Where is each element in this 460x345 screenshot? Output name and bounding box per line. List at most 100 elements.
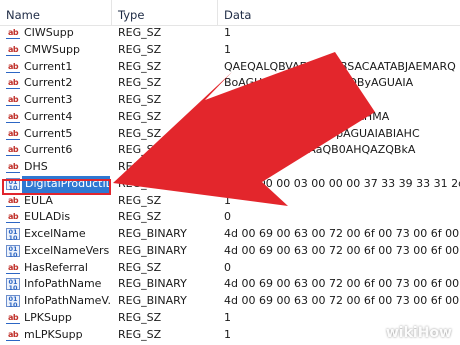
value-name: EULA [24, 193, 53, 207]
table-row[interactable]: 0110 ExcelNameVersi... REG_BINARY 4d 00 69 … [0, 243, 460, 260]
value-name: Current2 [24, 76, 73, 90]
string-value-icon: ab [6, 44, 20, 56]
data-cell: 0 [224, 210, 231, 224]
type-cell: REG_SZ [118, 93, 162, 106]
type-cell: REG_SZ [118, 76, 162, 90]
value-name: HasReferral [24, 260, 88, 274]
data-cell [224, 159, 460, 176]
table-row[interactable]: 01 10 ExcelName REG_BINARY 4d 00 69 00 63 00… [0, 226, 460, 243]
name-cell[interactable]: ab HasReferral [6, 260, 110, 277]
type-cell: REG_S [118, 160, 154, 173]
string-value-icon: ab [6, 28, 20, 39]
name-cell[interactable]: ab Current5 [6, 126, 110, 143]
column-header-name[interactable]: Name [0, 0, 112, 25]
column-header-bar: Name Type Data [0, 0, 460, 26]
name-cell[interactable]: ab Current2 [6, 75, 110, 92]
binary-value-icon: 01 10 [6, 278, 20, 292]
table-row[interactable]: ab Current4 REG_SZ byAGEAbgB0AHkAKQAgAHMA [0, 109, 460, 126]
table-row[interactable]: ab Current5 REG_SZ AGwAaQBtAGkAdADpAGUAIABI… [0, 126, 460, 143]
name-cell[interactable]: ab CIWSupp [6, 25, 110, 42]
string-value-icon: ab [6, 61, 20, 73]
string-value-icon: ab [6, 312, 20, 324]
string-value-icon: ab [6, 162, 20, 173]
type-cell: REG_SZ [118, 260, 162, 274]
data-cell: 4d 00 69 00 63 00 72 00 6f 00 73 00 6f 0… [224, 227, 460, 240]
type-cell: REG_BINARY [118, 227, 187, 240]
value-name: mLPKSupp [24, 327, 83, 341]
name-cell[interactable]: 0110 ExcelNameVersi... [6, 243, 110, 260]
type-cell: REG_BINARY [118, 277, 187, 291]
name-cell[interactable]: ab Current1 [6, 59, 110, 76]
data-cell: 1 [224, 193, 231, 207]
table-row[interactable]: ab Current1 REG_SZ QAEQALQBVAEMARQBSACAATAB… [0, 59, 460, 76]
type-cell: REG_SZ [118, 26, 162, 39]
name-cell[interactable]: 01 10 InfoPathNameV... [6, 293, 110, 310]
data-cell: 4d 00 69 00 63 00 72 00 6f 00 73 00 6f 0… [224, 294, 460, 307]
value-name: CMWSupp [24, 42, 80, 56]
binary-value-icon: 01 10 [6, 177, 20, 191]
value-name: EULADis [24, 210, 71, 224]
name-cell[interactable]: ab Current6 [6, 142, 110, 159]
table-row[interactable]: ab EULA REG_SZ 1 [0, 193, 460, 210]
type-cell: REG_SZ [118, 193, 162, 207]
name-cell[interactable]: 01 10 InfoPathName [6, 276, 110, 293]
value-name: LPKSupp [24, 310, 72, 324]
data-cell: 4d 00 69 00 63 00 72 00 6f 00 73 00 6f 0… [224, 277, 460, 291]
table-row[interactable]: ab HasReferral REG_SZ 0 [0, 260, 460, 277]
table-row[interactable]: ab CIWSupp REG_SZ 1 [0, 25, 460, 42]
data-cell: byAGEAbgB0AHkAKQAgAHMA [224, 109, 390, 123]
table-row[interactable]: ab LPKSupp REG_SZ 1 [0, 310, 460, 327]
name-cell[interactable]: ab EULA [6, 193, 110, 210]
value-name: DigitalProductID [22, 175, 110, 193]
name-cell[interactable]: ab Current4 [6, 109, 110, 126]
value-name: Current6 [24, 143, 73, 157]
name-cell[interactable]: ab DHS [6, 159, 110, 176]
data-cell: AHAAZQByAG0AaQB0AHQAZQBkA [224, 143, 416, 157]
data-cell: 1 [224, 42, 231, 56]
data-cell: BoAGUAIA ZgB0AHcAYQByAGUAIA [224, 76, 414, 90]
name-cell[interactable]: 01 10 DigitalProductID [6, 175, 110, 193]
type-cell: REG_SZ [118, 126, 162, 140]
string-value-icon: ab [6, 78, 20, 90]
type-cell: REG_SZ [118, 109, 162, 123]
column-header-type[interactable]: Type [112, 0, 218, 25]
string-value-icon: ab [6, 212, 20, 224]
value-name: Current1 [24, 59, 73, 73]
name-cell[interactable]: 01 10 ExcelName [6, 226, 110, 243]
type-cell: REG_SZ [118, 327, 162, 341]
string-value-icon: ab [6, 111, 20, 123]
name-cell[interactable]: ab Current3 [6, 92, 110, 109]
string-value-icon: ab [6, 329, 20, 341]
name-cell[interactable]: ab EULADis [6, 209, 110, 226]
table-row[interactable]: ab Current3 REG_SZ YwBIAGkAcAB0AC4AIAA [0, 92, 460, 109]
type-cell: REG_BINARY [118, 243, 187, 257]
table-row[interactable]: ab CMWSupp REG_SZ 1 [0, 42, 460, 59]
table-row[interactable]: ab DHS REG_S [0, 159, 460, 176]
value-name: InfoPathName [24, 277, 102, 291]
type-cell: REG_SZ [118, 310, 162, 324]
data-cell: YwBIAGkAcAB0AC4AIAA [224, 93, 357, 106]
type-cell: REG_SZ [118, 42, 162, 56]
value-name: DHS [24, 160, 48, 173]
string-value-icon: ab [6, 262, 20, 274]
data-cell: 4d 00 69 00 63 00 72 00 6f 00 73 00 6f 0… [224, 243, 460, 257]
table-row[interactable]: ab Current6 REG_SZ AHAAZQByAG0AaQB0AHQAZQBk… [0, 142, 460, 159]
value-name: ExcelName [24, 227, 86, 240]
wikihow-watermark: wikiHow [385, 325, 452, 341]
data-cell: 1 [224, 310, 231, 324]
type-cell: REG_BINARY [118, 176, 187, 190]
value-name: Current4 [24, 109, 73, 123]
name-cell[interactable]: ab mLPKSupp [6, 327, 110, 344]
string-value-icon: ab [6, 128, 20, 140]
data-cell: 0 [224, 260, 231, 274]
type-cell: REG_SZ [118, 143, 162, 157]
table-row[interactable]: 01 10 DigitalProductID REG_BINARY a4 00 00 0… [0, 175, 460, 193]
name-cell[interactable]: ab LPKSupp [6, 310, 110, 327]
name-cell[interactable]: ab CMWSupp [6, 42, 110, 59]
table-row[interactable]: ab EULADis REG_SZ 0 [0, 209, 460, 226]
table-row[interactable]: 01 10 InfoPathName REG_BINARY 4d 00 69 00 63… [0, 276, 460, 293]
table-row[interactable]: 01 10 InfoPathNameV... REG_BINARY 4d 00 69 0… [0, 293, 460, 310]
binary-value-icon: 01 10 [6, 244, 20, 258]
table-row[interactable]: ab Current2 REG_SZ BoAGUAIA ZgB0AHcAYQByAGU… [0, 75, 460, 92]
column-header-data[interactable]: Data [218, 0, 460, 25]
